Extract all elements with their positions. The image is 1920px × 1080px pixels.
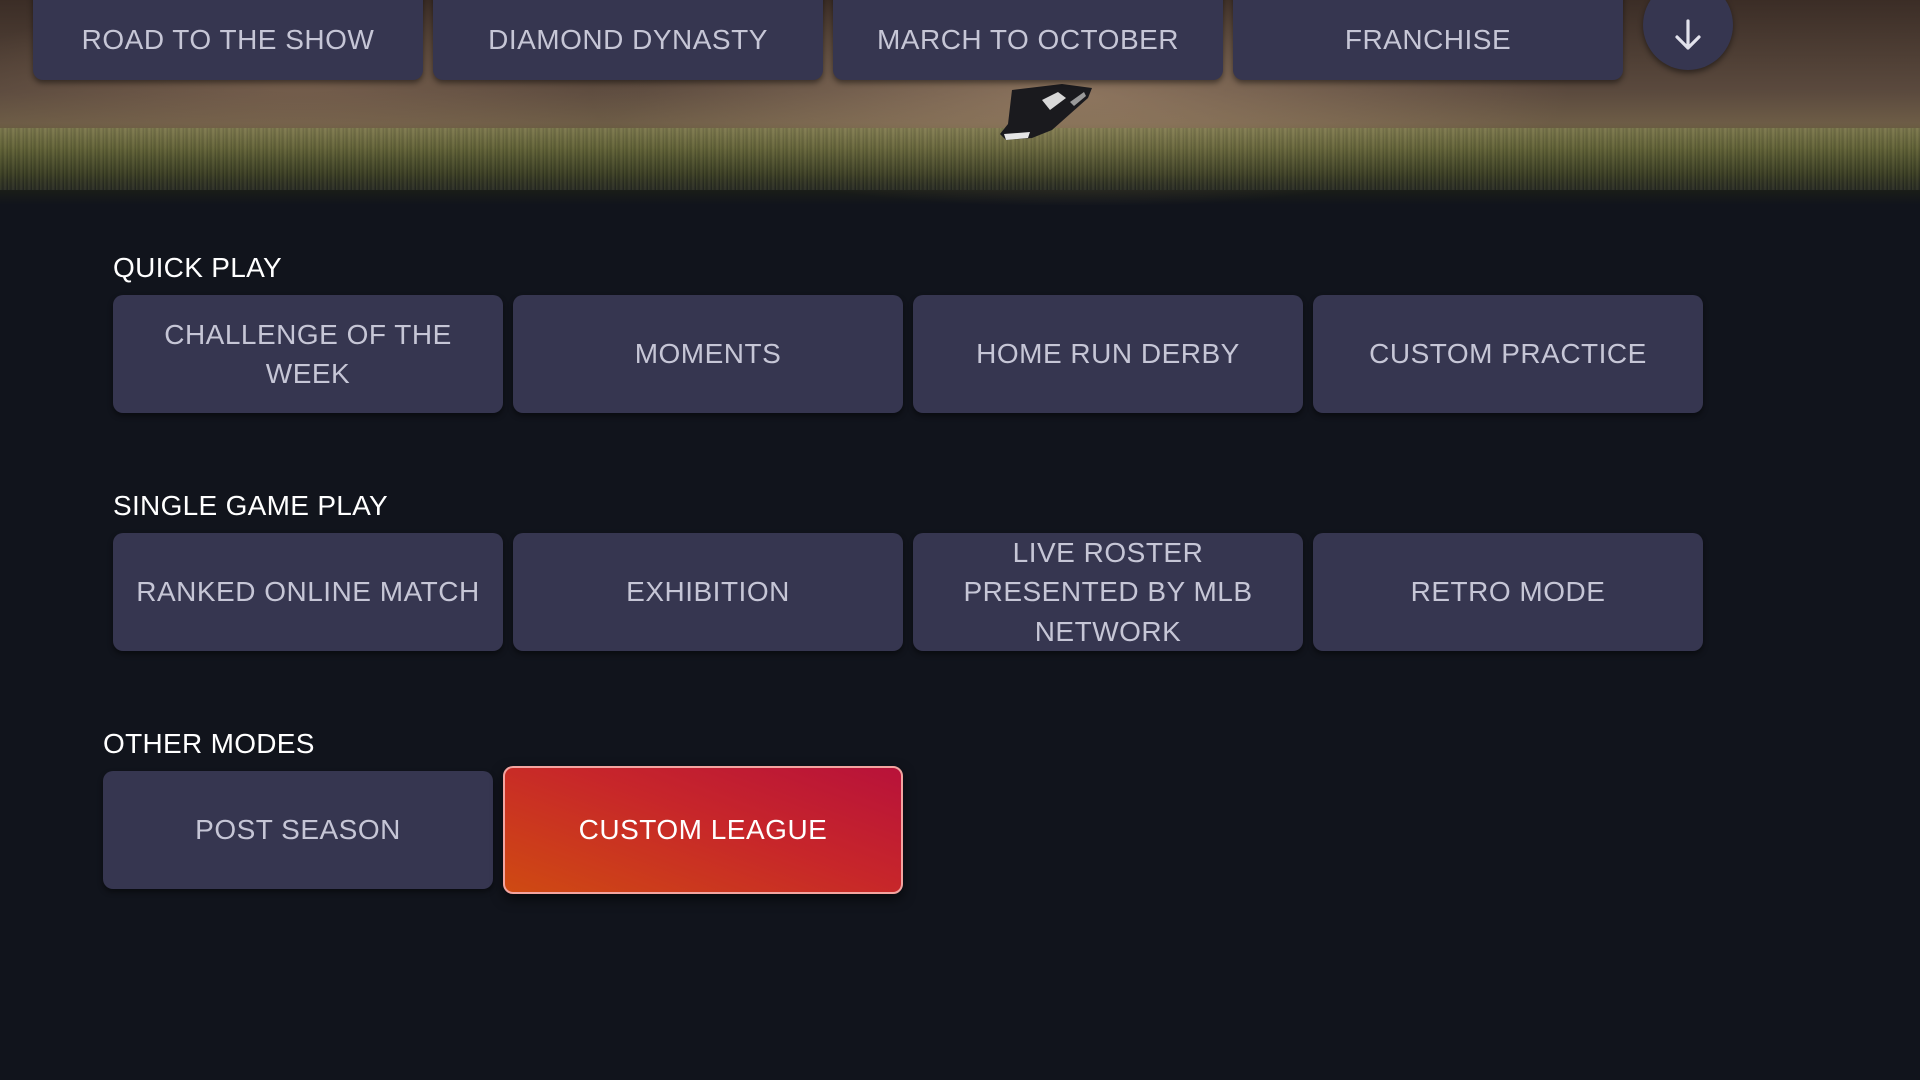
other-modes-row: POST SEASON CUSTOM LEAGUE (103, 766, 903, 894)
arrow-down-icon (1675, 19, 1701, 50)
section-title-quick-play: QUICK PLAY (113, 252, 282, 283)
nav-diamond-dynasty[interactable]: DIAMOND DYNASTY (433, 0, 823, 80)
custom-league-button[interactable]: CUSTOM LEAGUE (503, 766, 903, 894)
quick-play-row: CHALLENGE OF THE WEEK MOMENTS HOME RUN D… (113, 295, 1703, 413)
section-title-other-modes: OTHER MODES (103, 728, 315, 759)
challenge-of-the-week-button[interactable]: CHALLENGE OF THE WEEK (113, 295, 503, 413)
home-run-derby-button[interactable]: HOME RUN DERBY (913, 295, 1303, 413)
nav-march-to-october[interactable]: MARCH TO OCTOBER (833, 0, 1223, 80)
post-season-button[interactable]: POST SEASON (103, 771, 493, 889)
section-title-single-game-play: SINGLE GAME PLAY (113, 490, 389, 521)
live-roster-button[interactable]: LIVE ROSTER PRESENTED BY MLB NETWORK (913, 533, 1303, 651)
top-mode-nav: ROAD TO THE SHOW DIAMOND DYNASTY MARCH T… (33, 0, 1733, 80)
exhibition-button[interactable]: EXHIBITION (513, 533, 903, 651)
custom-practice-button[interactable]: CUSTOM PRACTICE (1313, 295, 1703, 413)
nav-franchise[interactable]: FRANCHISE (1233, 0, 1623, 80)
retro-mode-button[interactable]: RETRO MODE (1313, 533, 1703, 651)
nav-road-to-the-show[interactable]: ROAD TO THE SHOW (33, 0, 423, 80)
moments-button[interactable]: MOMENTS (513, 295, 903, 413)
player-cleat-image (1000, 84, 1092, 140)
scroll-down-button[interactable] (1643, 0, 1733, 70)
grass-field (0, 128, 1920, 190)
single-game-play-row: RANKED ONLINE MATCH EXHIBITION LIVE ROST… (113, 533, 1703, 651)
ranked-online-match-button[interactable]: RANKED ONLINE MATCH (113, 533, 503, 651)
